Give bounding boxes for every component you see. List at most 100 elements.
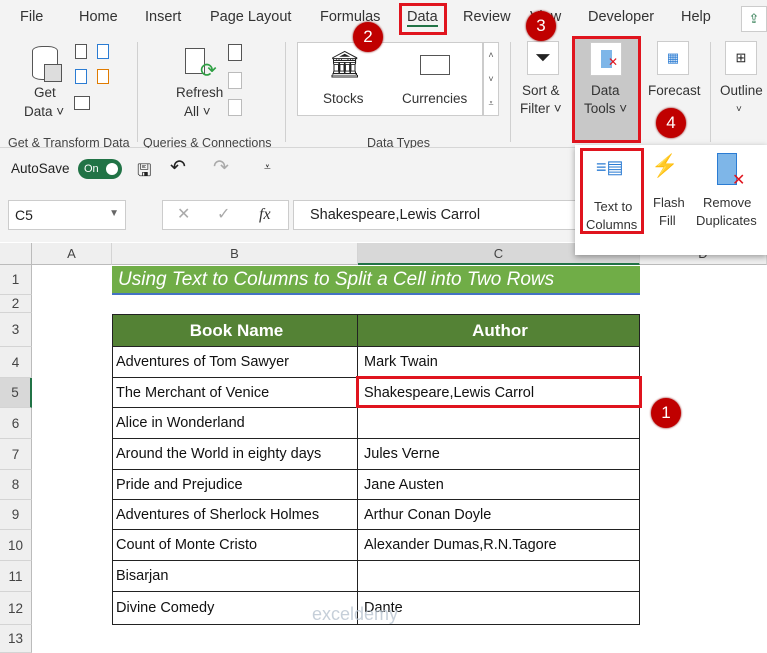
- toggle-state: On: [84, 163, 99, 175]
- table-icon: [44, 64, 62, 82]
- remove-duplicates-label[interactable]: Remove: [703, 193, 751, 212]
- outline-button[interactable]: Outline: [720, 81, 763, 100]
- book-name-cell[interactable]: Bisarjan: [112, 561, 358, 592]
- header-author[interactable]: Author: [358, 314, 640, 347]
- queries-connections-icon[interactable]: [228, 44, 242, 61]
- book-name-cell[interactable]: The Merchant of Venice: [112, 378, 358, 408]
- outline-icon: ⊞: [725, 41, 757, 75]
- step-badge-3: 3: [526, 11, 556, 41]
- sort-label[interactable]: Sort &: [522, 81, 560, 100]
- column-header-B[interactable]: B: [112, 243, 358, 265]
- step-badge-4: 4: [656, 108, 686, 138]
- author-cell[interactable]: Alexander Dumas,R.N.Tagore: [358, 530, 640, 561]
- author-cell[interactable]: Mark Twain: [358, 347, 640, 378]
- existing-connections-icon[interactable]: [97, 69, 109, 84]
- stocks-icon: 🏛: [328, 49, 362, 79]
- sort-filter-button[interactable]: Filter ˅: [520, 99, 562, 118]
- row-header-7[interactable]: 7: [0, 439, 32, 470]
- row-header-8[interactable]: 8: [0, 470, 32, 500]
- customize-qat-icon[interactable]: ⩡: [264, 160, 271, 175]
- undo-icon[interactable]: ↶: [170, 156, 186, 179]
- formula-value: Shakespeare,Lewis Carrol: [310, 207, 481, 223]
- outline-chevron-icon[interactable]: ˅: [736, 100, 742, 119]
- recent-sources-icon[interactable]: [97, 44, 109, 59]
- highlight-text-to-columns: [580, 148, 644, 234]
- row-header-1[interactable]: 1: [0, 265, 32, 295]
- sheet-title[interactable]: Using Text to Columns to Split a Cell in…: [112, 266, 640, 295]
- ribbon: Get Data ˅ ⟳ Refresh All ˅ 🏛 Stocks Curr…: [0, 36, 767, 150]
- author-cell[interactable]: Jane Austen: [358, 470, 640, 500]
- header-book-name[interactable]: Book Name: [112, 314, 358, 347]
- enter-icon[interactable]: ✓: [217, 201, 230, 229]
- refresh-all-button[interactable]: All ˅: [184, 102, 211, 121]
- tab-insert[interactable]: Insert: [145, 9, 181, 25]
- book-name-cell[interactable]: Adventures of Tom Sawyer: [112, 347, 358, 378]
- currencies-icon: [420, 55, 450, 75]
- row-header-3[interactable]: 3: [0, 313, 32, 347]
- row-header-13[interactable]: 13: [0, 625, 32, 653]
- row-header-9[interactable]: 9: [0, 500, 32, 530]
- filter-icon: ⏷: [527, 41, 559, 75]
- tab-home[interactable]: Home: [79, 9, 118, 25]
- tab-help[interactable]: Help: [681, 9, 711, 25]
- book-name-cell[interactable]: Adventures of Sherlock Holmes: [112, 500, 358, 530]
- refresh-arrow-icon: ⟳: [200, 60, 217, 82]
- highlight-data-tab: [399, 3, 447, 35]
- row-header-5[interactable]: 5: [0, 378, 32, 408]
- column-header-A[interactable]: A: [32, 243, 112, 265]
- edit-links-icon[interactable]: [228, 99, 242, 116]
- flash-fill-label[interactable]: Flash: [653, 193, 685, 212]
- forecast-button[interactable]: Forecast: [648, 81, 701, 100]
- watermark-logo: exceldemy: [312, 604, 399, 624]
- step-badge-1: 1: [651, 398, 681, 428]
- gallery-scroll[interactable]: ˄ ˅ ⩡: [483, 42, 499, 116]
- stocks-button[interactable]: Stocks: [323, 89, 364, 108]
- book-name-cell[interactable]: Count of Monte Cristo: [112, 530, 358, 561]
- autosave-label: AutoSave: [11, 161, 70, 176]
- currencies-button[interactable]: Currencies: [402, 89, 467, 108]
- book-name-cell[interactable]: Alice in Wonderland: [112, 408, 358, 439]
- step-badge-2: 2: [353, 22, 383, 52]
- author-cell[interactable]: Jules Verne: [358, 439, 640, 470]
- flash-fill-icon[interactable]: ⚡: [651, 153, 678, 179]
- tab-file[interactable]: File: [20, 9, 43, 25]
- highlight-cell-c5: [356, 376, 642, 408]
- tab-developer[interactable]: Developer: [588, 9, 654, 25]
- author-cell[interactable]: Arthur Conan Doyle: [358, 500, 640, 530]
- book-name-cell[interactable]: Around the World in eighty days: [112, 439, 358, 470]
- author-cell[interactable]: [358, 561, 640, 592]
- row-header-12[interactable]: 12: [0, 592, 32, 625]
- row-header-6[interactable]: 6: [0, 408, 32, 439]
- from-table-icon[interactable]: [74, 96, 90, 110]
- save-icon[interactable]: 🖫: [137, 158, 151, 187]
- formula-buttons: ✕ ✓ fx: [162, 200, 289, 230]
- properties-icon[interactable]: [228, 72, 242, 89]
- name-box[interactable]: C5 ▼: [8, 200, 126, 230]
- chevron-down-icon[interactable]: ▼: [109, 208, 119, 219]
- refresh-label[interactable]: Refresh: [176, 83, 223, 102]
- from-text-icon[interactable]: [75, 44, 87, 59]
- get-data-button[interactable]: Data ˅: [24, 102, 64, 121]
- book-name-cell[interactable]: Pride and Prejudice: [112, 470, 358, 500]
- data-tools-dropdown: ≡▤ Text to Columns ⚡ Flash Fill ✕ Remove…: [575, 145, 767, 255]
- author-cell[interactable]: Dante: [358, 592, 640, 625]
- remove-duplicates-label2[interactable]: Duplicates: [696, 211, 757, 230]
- data-types-gallery: 🏛 Stocks Currencies: [297, 42, 483, 116]
- tab-review[interactable]: Review: [463, 9, 511, 25]
- row-header-4[interactable]: 4: [0, 347, 32, 378]
- row-header-10[interactable]: 10: [0, 530, 32, 561]
- row-header-11[interactable]: 11: [0, 561, 32, 592]
- get-data-label[interactable]: Get: [34, 83, 56, 102]
- cancel-icon[interactable]: ✕: [177, 201, 190, 229]
- select-all-corner[interactable]: [0, 243, 32, 265]
- flash-fill-label2[interactable]: Fill: [659, 211, 676, 230]
- autosave-toggle[interactable]: On: [78, 159, 122, 179]
- insert-function-button[interactable]: fx: [259, 201, 271, 229]
- row-header-2[interactable]: 2: [0, 295, 32, 313]
- redo-icon[interactable]: ↷: [213, 156, 229, 179]
- author-cell[interactable]: [358, 408, 640, 439]
- from-web-icon[interactable]: [75, 69, 87, 84]
- share-icon[interactable]: ⇪: [741, 6, 767, 32]
- name-box-value: C5: [15, 207, 33, 223]
- tab-page-layout[interactable]: Page Layout: [210, 9, 291, 25]
